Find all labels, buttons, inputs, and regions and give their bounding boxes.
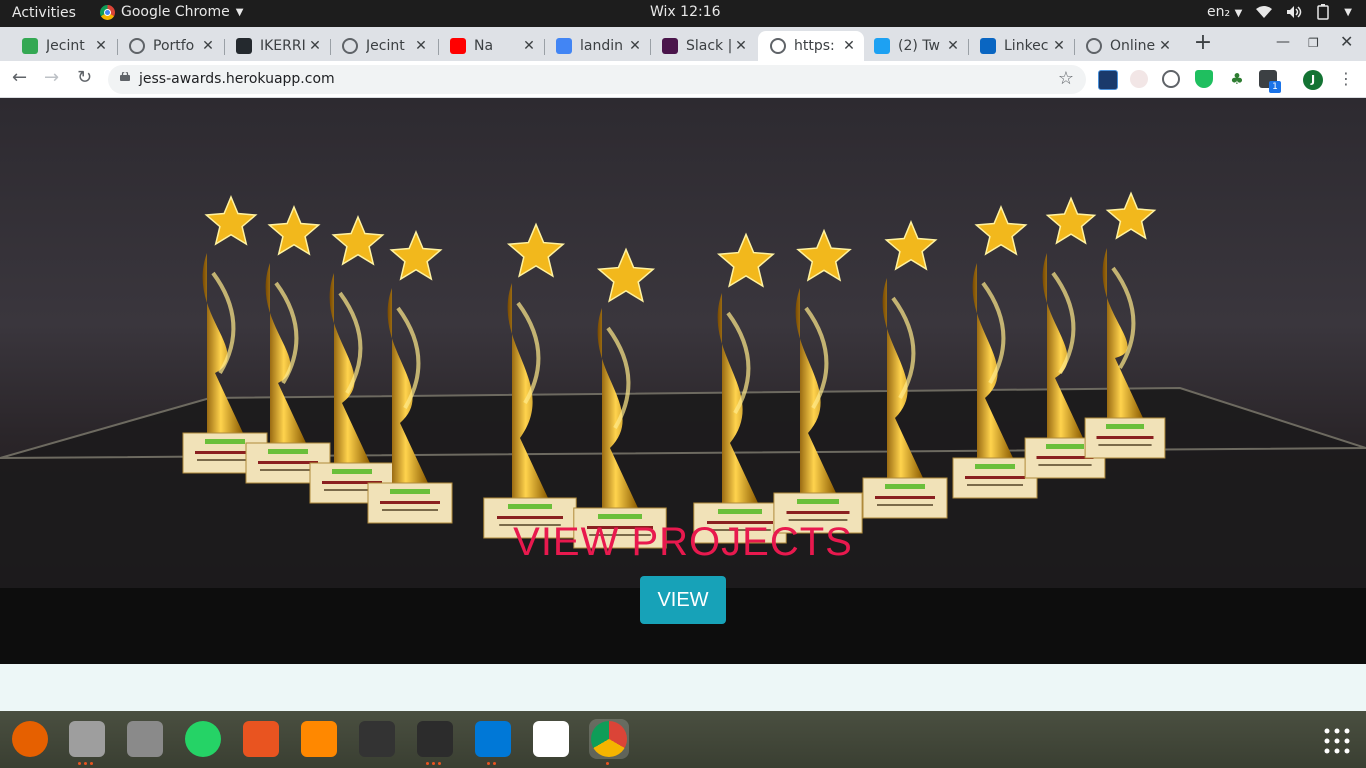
tab-close-icon[interactable]: ✕ [412, 38, 430, 54]
language-indicator[interactable]: en₂ ▼ [1207, 4, 1242, 20]
tab-close-icon[interactable]: ✕ [199, 38, 217, 54]
running-indicator [426, 762, 441, 765]
tab-title: landin [580, 38, 623, 54]
lock-icon [120, 72, 130, 81]
tab-close-icon[interactable]: ✕ [92, 38, 110, 54]
files-icon[interactable] [67, 719, 107, 759]
extension-shield-icon[interactable] [1195, 70, 1213, 88]
chrome-icon[interactable] [589, 719, 629, 759]
tab-3[interactable]: Jecint ✕ [330, 31, 436, 61]
globe-icon [342, 38, 358, 54]
code-icon [22, 38, 38, 54]
google-icon [556, 38, 572, 54]
forward-arrow-icon[interactable]: → [44, 67, 59, 88]
volume-icon [1287, 6, 1302, 18]
tab-close-icon[interactable]: ✕ [1156, 38, 1174, 54]
tab-title: Linkec [1004, 38, 1049, 54]
tab-title: Jecint [46, 38, 85, 54]
tab-close-icon[interactable]: ✕ [626, 38, 644, 54]
tab-title: Slack | [686, 38, 732, 54]
tab-close-icon[interactable]: ✕ [944, 38, 962, 54]
page-below-section [0, 664, 1366, 711]
new-tab-button[interactable]: + [1190, 31, 1216, 57]
globe-icon [770, 38, 786, 54]
vlc-icon[interactable] [299, 719, 339, 759]
activities-button[interactable]: Activities [12, 5, 76, 21]
terminal-icon[interactable] [415, 719, 455, 759]
software-center-icon[interactable] [241, 719, 281, 759]
app-menu[interactable]: Google Chrome ▼ [100, 4, 243, 20]
chevron-down-icon: ▼ [235, 6, 244, 18]
system-tray[interactable]: en₂ ▼ ▼ [1207, 4, 1352, 20]
tab-0[interactable]: Jecint ✕ [10, 31, 116, 61]
browser-toolbar: ← → ↻ jess-awards.herokuapp.com ☆ ♣ 1 J … [0, 61, 1366, 98]
tab-1[interactable]: Portfo ✕ [117, 31, 223, 61]
running-indicator [78, 762, 93, 765]
tab-title: Portfo [153, 38, 195, 54]
extension-circle-icon[interactable] [1162, 70, 1180, 88]
twitter-icon [874, 38, 890, 54]
system-top-bar: Activities Google Chrome ▼ Wix 12:16 en₂… [0, 0, 1366, 27]
address-bar[interactable]: jess-awards.herokuapp.com ☆ [108, 65, 1086, 94]
vscode-icon[interactable] [473, 719, 513, 759]
battery-icon [1317, 4, 1330, 20]
bookmark-star-icon[interactable]: ☆ [1058, 68, 1074, 89]
globe-icon [129, 38, 145, 54]
tab-close-icon[interactable]: ✕ [306, 38, 324, 54]
tab-8[interactable]: (2) Tw ✕ [862, 31, 968, 61]
tab-title: IKERRI [260, 38, 306, 54]
tab-4[interactable]: Na ✕ [438, 31, 544, 61]
settings-icon[interactable] [125, 719, 165, 759]
profile-avatar[interactable]: J [1303, 70, 1323, 90]
tab-title: https: [794, 38, 835, 54]
extension-cat-icon[interactable] [1130, 70, 1148, 88]
tab-5[interactable]: landin ✕ [544, 31, 650, 61]
tab-close-icon[interactable]: ✕ [520, 38, 538, 54]
tab-7[interactable]: https: ✕ [758, 31, 864, 61]
extension-clapper-icon[interactable] [1098, 70, 1118, 90]
wifi-icon [1256, 6, 1273, 18]
firefox-icon[interactable] [10, 719, 50, 759]
globe-icon [1086, 38, 1102, 54]
chevron-down-icon: ▼ [1344, 6, 1352, 18]
slack-icon [662, 38, 678, 54]
close-icon[interactable]: ✕ [1340, 32, 1353, 51]
github-icon [236, 38, 252, 54]
extension-badge: 1 [1269, 81, 1281, 93]
linkedin-icon [980, 38, 996, 54]
tab-title: Na [474, 38, 494, 54]
clock[interactable]: Wix 12:16 [650, 4, 721, 20]
video-editor-icon[interactable] [357, 719, 397, 759]
whatsapp-icon[interactable] [183, 719, 223, 759]
chrome-icon [100, 4, 115, 20]
app-name: Google Chrome [121, 4, 230, 20]
tab-title: Jecint [366, 38, 405, 54]
url-text: jess-awards.herokuapp.com [139, 71, 335, 87]
minimize-icon[interactable]: — [1276, 34, 1290, 50]
running-indicator [606, 762, 609, 765]
tab-close-icon[interactable]: ✕ [732, 38, 750, 54]
show-applications-icon[interactable] [1322, 726, 1352, 756]
tab-10[interactable]: Online ✕ [1074, 31, 1180, 61]
tab-6[interactable]: Slack | ✕ [650, 31, 756, 61]
hero-banner: VIEW PROJECTS VIEW [0, 98, 1366, 664]
hero-title: VIEW PROJECTS [513, 520, 853, 564]
tab-close-icon[interactable]: ✕ [1050, 38, 1068, 54]
maximize-icon[interactable]: ❐ [1308, 36, 1319, 50]
youtube-icon [450, 38, 466, 54]
tab-9[interactable]: Linkec ✕ [968, 31, 1074, 61]
view-projects-button[interactable]: VIEW [640, 576, 726, 624]
ubuntu-dock [0, 711, 1366, 768]
tab-2[interactable]: IKERRI ✕ [224, 31, 330, 61]
kebab-menu-icon[interactable]: ⋮ [1338, 69, 1354, 88]
back-arrow-icon[interactable]: ← [12, 67, 27, 88]
running-indicator [487, 762, 496, 765]
text-editor-icon[interactable] [531, 719, 571, 759]
reload-icon[interactable]: ↻ [77, 67, 92, 88]
extension-tree-icon[interactable]: ♣ [1228, 70, 1246, 88]
tab-title: Online [1110, 38, 1156, 54]
tab-title: (2) Tw [898, 38, 940, 54]
tab-close-icon[interactable]: ✕ [840, 38, 858, 54]
